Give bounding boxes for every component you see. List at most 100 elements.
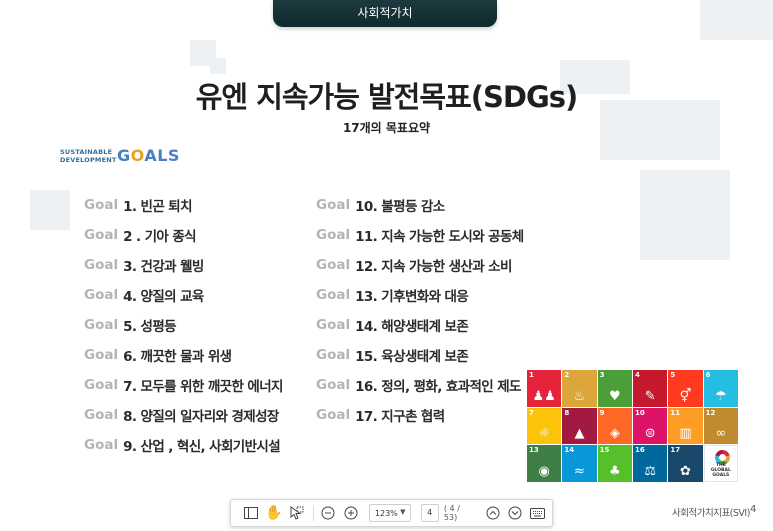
goal-item: Goal 3. 건강과 웰빙 <box>84 250 283 280</box>
eye-earth-icon: ◉ <box>538 464 550 479</box>
viewer-toolbar: ✋ 123% ▼ 4 ( 4 / 53) <box>230 499 553 527</box>
goal-prefix: Goal <box>84 407 119 423</box>
global-goals-label: THE GLOBAL GOALS <box>710 463 731 478</box>
sdg-tile: 6 ☂ <box>703 370 738 407</box>
goal-text: 17. 지구촌 협력 <box>355 409 445 425</box>
goal-list-left: Goal 1. 빈곤 퇴치 Goal 2 . 기아 종식 Goal 3. 건강과 웰빙 Go… <box>84 190 283 460</box>
footer-label: 사회적가치지표(SVI) <box>672 508 750 519</box>
goal-text: 5. 성평등 <box>123 319 176 335</box>
goal-prefix: Goal <box>316 377 351 393</box>
zoom-select[interactable]: 123% ▼ <box>368 504 411 522</box>
goal-prefix: Goal <box>84 347 119 363</box>
sdg-tile: 17 ✿ <box>668 445 703 482</box>
goal-prefix: Goal <box>316 287 351 303</box>
sidebar-toggle-icon[interactable] <box>243 504 259 522</box>
goal-text: 9. 산업 , 혁신, 사회기반시설 <box>123 439 281 455</box>
goal-prefix: Goal <box>316 197 351 213</box>
sdg-tile-number: 16 <box>634 446 645 455</box>
book-icon: ✎ <box>644 388 656 404</box>
fish-icon: ≈ <box>574 464 585 479</box>
goal-item: Goal 12. 지속 가능한 생산과 소비 <box>316 250 524 280</box>
keyboard-icon[interactable] <box>530 504 546 522</box>
goal-prefix: Goal <box>84 197 119 213</box>
sdg-tile: 5 ⚥ <box>668 370 703 407</box>
goal-item: Goal 1. 빈곤 퇴치 <box>84 190 283 220</box>
sdg-tile-number: 5 <box>670 371 676 379</box>
goal-text: 2 . 기아 종식 <box>123 229 197 245</box>
chevron-down-icon: ▼ <box>400 508 406 516</box>
tree-icon: ♣ <box>608 464 621 479</box>
section-tab: 사회적가치 <box>273 0 497 27</box>
goal-prefix: Goal <box>84 317 119 333</box>
goal-text: 3. 건강과 웰빙 <box>123 259 204 275</box>
goal-list-right: Goal 10. 불평등 감소 Goal 11. 지속 가능한 도시와 공동체 Goal… <box>316 190 524 430</box>
sdg-tile-number: 1 <box>529 371 534 379</box>
goal-text: 15. 육상생태계 보존 <box>355 349 469 365</box>
sdg-tile: 4 ✎ <box>632 370 668 407</box>
sdg-tile-number: 2 <box>564 371 570 379</box>
goal-prefix: Goal <box>84 257 119 273</box>
sdg-tile-number: 10 <box>634 408 645 417</box>
sdg-tile: 15 ♣ <box>597 445 632 482</box>
sdg-tile: 11 ▥ <box>668 407 703 445</box>
zoom-out-icon[interactable] <box>320 504 336 522</box>
goal-item: Goal 7. 모두를 위한 깨끗한 에너지 <box>84 370 283 400</box>
bowl-icon: ♨ <box>573 388 586 404</box>
sdg-tile-number: 15 <box>599 446 610 455</box>
next-page-icon[interactable] <box>507 504 523 522</box>
select-tool-icon[interactable] <box>289 504 305 522</box>
goal-item: Goal 5. 성평등 <box>84 310 283 340</box>
goal-item: Goal 11. 지속 가능한 도시와 공동체 <box>316 220 524 250</box>
sdg-tile: 3 ♥ <box>597 370 632 407</box>
logo-line-2: DEVELOPMENT <box>60 155 117 164</box>
footer-page-number: 4 <box>750 504 757 515</box>
goal-prefix: Goal <box>84 287 119 303</box>
sdg-tile: 7 ☼ <box>527 407 562 445</box>
sdg-tile-number: 6 <box>705 371 711 379</box>
goal-prefix: Goal <box>316 347 351 363</box>
cubes-icon: ◈ <box>609 426 620 442</box>
goal-item: Goal 15. 육상생태계 보존 <box>316 340 524 370</box>
goal-prefix: Goal <box>84 377 119 393</box>
sdg-tile-number: 4 <box>634 371 640 379</box>
zoom-in-icon[interactable] <box>343 504 359 522</box>
flower-icon: ✿ <box>680 464 691 479</box>
hand-tool-icon[interactable]: ✋ <box>265 504 282 522</box>
toolbar-divider <box>313 505 315 521</box>
goal-item: Goal 2 . 기아 종식 <box>84 220 283 250</box>
sdg-tile-number: 14 <box>564 446 575 455</box>
heartbeat-icon: ♥ <box>608 388 621 404</box>
sdg-goals-logo: SUSTAINABLE DEVELOPMENT GOALS <box>60 146 190 167</box>
sdg-tile-number: 9 <box>599 408 605 417</box>
goal-text: 16. 정의, 평화, 효과적인 제도 <box>355 379 521 395</box>
sdg-tile: 16 ⚖ <box>632 445 668 482</box>
slide-title: 유엔 지속가능 발전목표(SDGs) <box>195 80 579 114</box>
sdg-tile: 14 ≈ <box>562 445 597 482</box>
sdg-tile: 12 ∞ <box>703 407 738 445</box>
zoom-value: 123% <box>374 508 398 518</box>
goal-prefix: Goal <box>316 407 351 423</box>
goal-prefix: Goal <box>316 257 351 273</box>
city-icon: ▥ <box>679 426 692 442</box>
sdg-tile: 1 ♟♟ <box>527 370 562 407</box>
goal-item: Goal 10. 불평등 감소 <box>316 190 524 220</box>
sdg-tile-number: 12 <box>705 408 716 417</box>
sdg-tile: 13 ◉ <box>527 445 562 482</box>
sdg-tile-number: 7 <box>529 408 534 417</box>
previous-page-icon[interactable] <box>485 504 501 522</box>
goal-prefix: Goal <box>316 317 351 333</box>
goal-text: 12. 지속 가능한 생산과 소비 <box>355 259 512 275</box>
page-number-input[interactable]: 4 <box>420 504 439 522</box>
goal-text: 7. 모두를 위한 깨끗한 에너지 <box>123 379 283 395</box>
goal-text: 14. 해양생태계 보존 <box>355 319 469 335</box>
goal-text: 13. 기후변화와 대응 <box>355 289 469 305</box>
goal-prefix: Goal <box>316 227 351 243</box>
goal-item: Goal 13. 기후변화와 대응 <box>316 280 524 310</box>
goal-text: 11. 지속 가능한 도시와 공동체 <box>355 229 524 245</box>
global-goals-tile: THE GLOBAL GOALS <box>703 445 738 482</box>
goal-text: 10. 불평등 감소 <box>355 199 445 215</box>
sdg-tile: 10 ⊜ <box>632 407 668 445</box>
page-count: ( 4 / 53) <box>443 504 460 522</box>
gender-icon: ⚥ <box>679 388 692 404</box>
goal-prefix: Goal <box>84 437 119 453</box>
